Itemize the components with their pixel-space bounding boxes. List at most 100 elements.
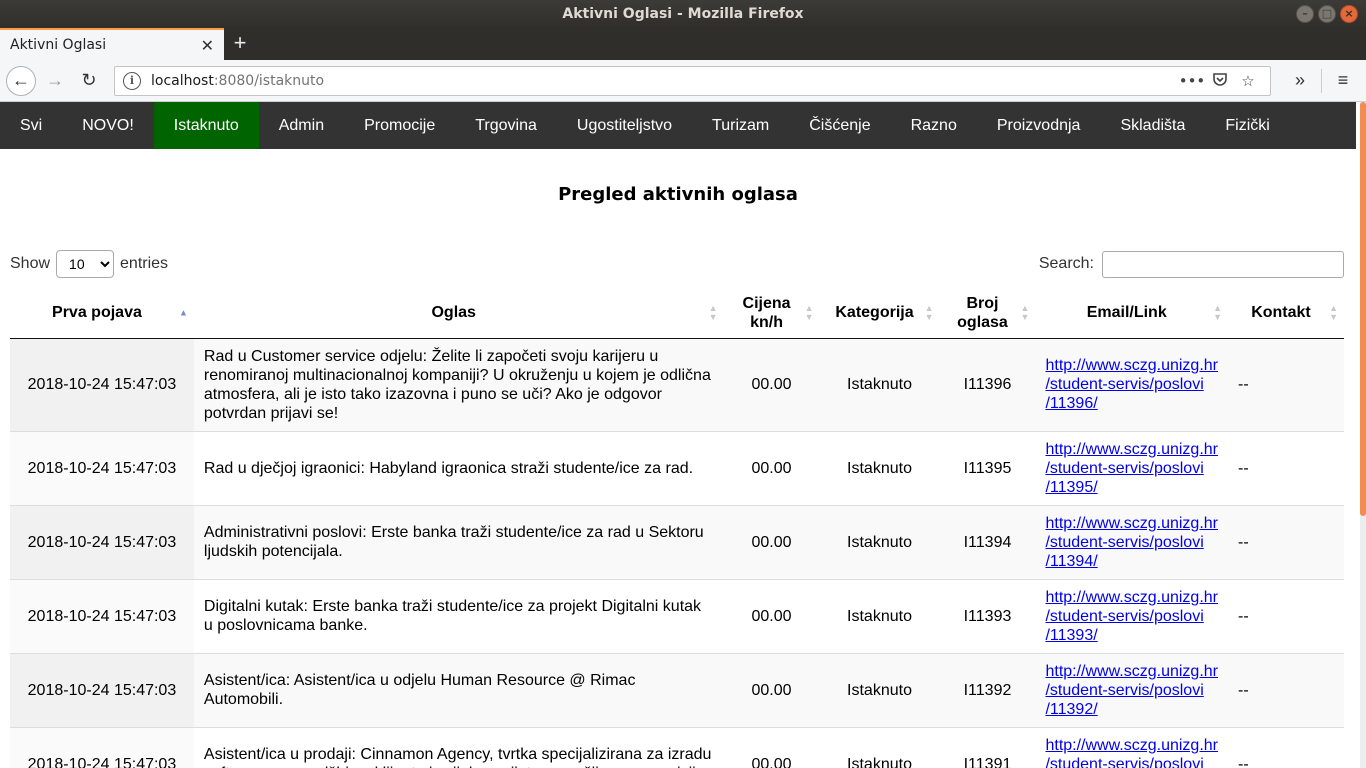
contact-cell: --	[1227, 726, 1344, 768]
nav-item-11[interactable]: Skladišta	[1100, 102, 1205, 149]
url-path: :8080/istaknuto	[213, 72, 325, 89]
column-header-4[interactable]: Broj oglasa ▲ ▼	[939, 288, 1036, 339]
forward-icon[interactable]: →	[40, 66, 70, 96]
pocket-icon[interactable]	[1206, 71, 1234, 91]
ad-text-cell: Asistent/ica u prodaji: Cinnamon Agency,…	[193, 726, 724, 768]
browser-tab[interactable]: Aktivni Oglasi ✕	[0, 28, 224, 60]
nav-item-6[interactable]: Ugostiteljstvo	[557, 102, 692, 149]
tab-title: Aktivni Oglasi	[10, 37, 107, 53]
category-cell: Istaknuto	[819, 430, 940, 505]
ad-number-cell: I11395	[939, 430, 1036, 505]
nav-item-1[interactable]: NOVO!	[62, 102, 154, 149]
column-header-1[interactable]: Oglas ▲ ▼	[193, 288, 724, 339]
overflow-chevron-icon[interactable]: »	[1283, 70, 1317, 91]
price-cell: 00.00	[723, 504, 820, 579]
window-title: Aktivni Oglasi - Mozilla Firefox	[562, 6, 804, 22]
nav-item-3[interactable]: Admin	[259, 102, 344, 149]
column-header-3[interactable]: Kategorija ▲ ▼	[819, 288, 940, 339]
column-header-label: Broj oglasa	[957, 294, 1008, 331]
ad-link[interactable]: http://www.sczg.unizg.hr/student-servis/…	[1045, 441, 1218, 496]
site-info-icon[interactable]: i	[123, 71, 141, 90]
ad-link[interactable]: http://www.sczg.unizg.hr/student-servis/…	[1045, 515, 1218, 570]
sort-icon: ▲ ▼	[1329, 302, 1338, 322]
search-label: Search:	[1038, 255, 1094, 272]
browser-navbar: ← → ↻ i localhost:8080/istaknuto ••• ☆ »…	[0, 60, 1366, 102]
price-cell: 00.00	[723, 337, 820, 431]
column-header-5[interactable]: Email/Link ▲ ▼	[1035, 288, 1228, 339]
scrollbar-thumb[interactable]	[1360, 102, 1366, 516]
ad-number-cell: I11392	[939, 652, 1036, 727]
window-titlebar: Aktivni Oglasi - Mozilla Firefox – □ ×	[0, 0, 1366, 28]
nav-item-8[interactable]: Čišćenje	[789, 102, 890, 149]
hamburger-menu-icon[interactable]: ≡	[1326, 70, 1360, 91]
url-bar[interactable]: i localhost:8080/istaknuto ••• ☆	[114, 65, 1271, 96]
column-header-label: Kategorija	[835, 304, 914, 322]
ad-link[interactable]: http://www.sczg.unizg.hr/student-servis/…	[1045, 737, 1218, 768]
page-content: Pregled aktivnih oglasa Show 10 entries …	[0, 149, 1356, 768]
bookmark-star-icon[interactable]: ☆	[1234, 72, 1262, 90]
minimize-icon[interactable]: –	[1296, 5, 1314, 23]
date-cell: 2018-10-24 15:47:03	[10, 652, 194, 727]
sort-icon: ▲ ▼	[924, 302, 934, 322]
category-cell: Istaknuto	[819, 504, 940, 579]
table-row: 2018-10-24 15:47:03 Digitalni kutak: Erst…	[10, 578, 1344, 653]
ad-number-cell: I11393	[939, 578, 1036, 653]
table-row: 2018-10-24 15:47:03 Rad u Customer servic…	[10, 337, 1344, 431]
column-header-label: Oglas	[431, 304, 476, 322]
page-actions-icon[interactable]: •••	[1178, 72, 1206, 90]
ad-link[interactable]: http://www.sczg.unizg.hr/student-servis/…	[1045, 663, 1218, 718]
link-cell: http://www.sczg.unizg.hr/student-servis/…	[1035, 430, 1228, 505]
category-cell: Istaknuto	[819, 726, 940, 768]
reload-icon[interactable]: ↻	[74, 66, 104, 96]
table-row: 2018-10-24 15:47:03 Asistent/ica: Asisten…	[10, 652, 1344, 727]
maximize-icon[interactable]: □	[1318, 5, 1336, 23]
link-cell: http://www.sczg.unizg.hr/student-servis/…	[1035, 504, 1228, 579]
sort-icon: ▲	[178, 307, 188, 318]
link-cell: http://www.sczg.unizg.hr/student-servis/…	[1035, 652, 1228, 727]
category-cell: Istaknuto	[819, 652, 940, 727]
table-row: 2018-10-24 15:47:03 Asistent/ica u prodaj…	[10, 726, 1344, 768]
table-header-row: Prva pojava ▲ Oglas ▲ ▼ Cijena kn/h ▲ ▼ Kategori…	[10, 288, 1344, 339]
nav-item-0[interactable]: Svi	[0, 102, 62, 149]
date-cell: 2018-10-24 15:47:03	[10, 430, 194, 505]
toolbar-divider	[1321, 68, 1322, 93]
contact-cell: --	[1227, 337, 1344, 431]
nav-item-7[interactable]: Turizam	[692, 102, 789, 149]
column-header-2[interactable]: Cijena kn/h ▲ ▼	[723, 288, 820, 339]
nav-item-4[interactable]: Promocije	[344, 102, 455, 149]
link-cell: http://www.sczg.unizg.hr/student-servis/…	[1035, 337, 1228, 431]
nav-item-5[interactable]: Trgovina	[455, 102, 557, 149]
ad-link[interactable]: http://www.sczg.unizg.hr/student-servis/…	[1045, 589, 1218, 644]
close-icon[interactable]: ×	[1340, 5, 1358, 23]
column-header-label: Cijena kn/h	[742, 294, 791, 331]
new-tab-icon[interactable]: +	[224, 28, 256, 60]
ad-text-cell: Rad u dječjoj igraonici: Habyland igraon…	[193, 430, 724, 505]
show-label: Show	[10, 255, 51, 272]
link-cell: http://www.sczg.unizg.hr/student-servis/…	[1035, 726, 1228, 768]
contact-cell: --	[1227, 504, 1344, 579]
column-header-label: Email/Link	[1086, 304, 1167, 322]
contact-cell: --	[1227, 430, 1344, 505]
column-header-6[interactable]: Kontakt ▲ ▼	[1227, 288, 1344, 339]
ad-text-cell: Digitalni kutak: Erste banka traži stude…	[193, 578, 724, 653]
entries-select[interactable]: 10	[56, 250, 115, 278]
ad-link[interactable]: http://www.sczg.unizg.hr/student-servis/…	[1045, 357, 1218, 412]
nav-item-12[interactable]: Fizički	[1205, 102, 1289, 149]
search-input[interactable]	[1102, 250, 1344, 278]
window-controls: – □ ×	[1296, 5, 1358, 23]
tab-close-icon[interactable]: ✕	[201, 36, 214, 55]
nav-item-9[interactable]: Razno	[891, 102, 977, 149]
price-cell: 00.00	[723, 652, 820, 727]
page-title: Pregled aktivnih oglasa	[558, 184, 798, 205]
ad-number-cell: I11391	[939, 726, 1036, 768]
category-cell: Istaknuto	[819, 337, 940, 431]
tab-strip: Aktivni Oglasi ✕ +	[0, 28, 1366, 60]
nav-item-10[interactable]: Proizvodnja	[977, 102, 1101, 149]
sort-icon: ▲ ▼	[804, 302, 814, 322]
column-header-0[interactable]: Prva pojava ▲	[10, 288, 194, 339]
back-icon[interactable]: ←	[6, 65, 36, 96]
nav-item-2[interactable]: Istaknuto	[153, 102, 259, 149]
date-cell: 2018-10-24 15:47:03	[10, 337, 194, 431]
price-cell: 00.00	[723, 430, 820, 505]
ad-text-cell: Rad u Customer service odjelu: Želite li…	[193, 337, 724, 431]
